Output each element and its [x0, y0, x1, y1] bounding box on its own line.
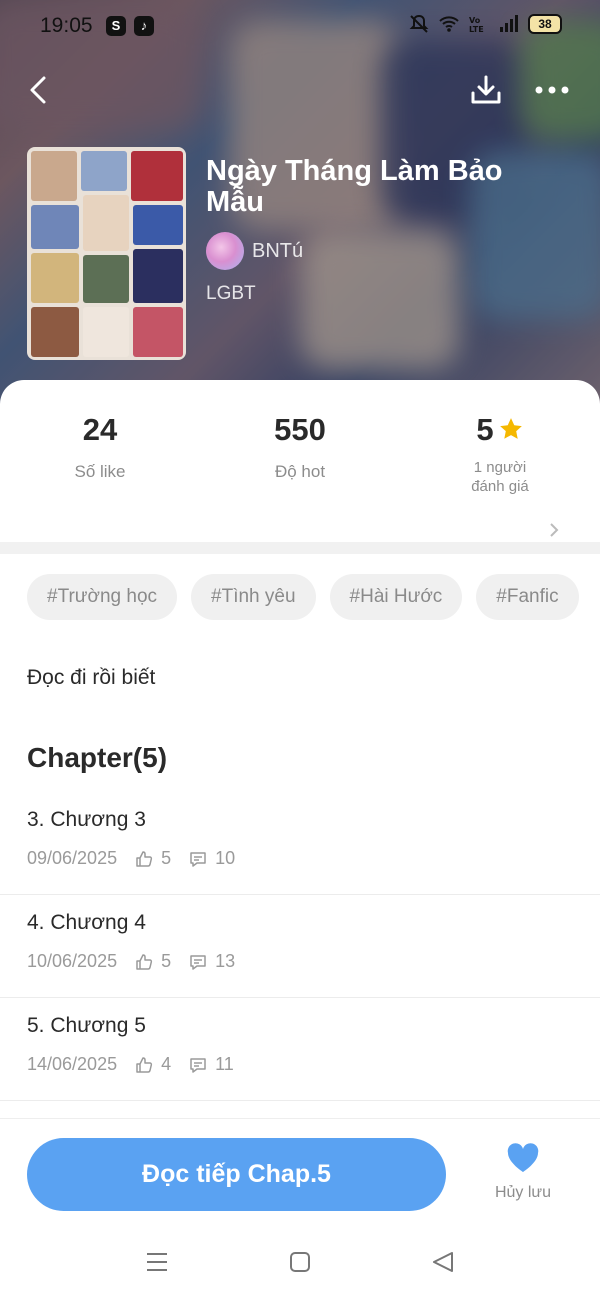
chapter-item[interactable]: 3. Chương 3 09/06/2025 5 10: [0, 792, 600, 895]
more-options-button[interactable]: [532, 70, 572, 110]
tag-chip[interactable]: #Tình yêu: [191, 574, 316, 620]
stats-row: 24 Số like 550 Độ hot 5 1 người đánh giá: [0, 410, 600, 537]
book-title: Ngày Tháng Làm Bảo Mẫu: [206, 155, 503, 218]
svg-text:Vo: Vo: [469, 16, 481, 25]
chapter-title: 3. Chương 3: [27, 808, 146, 831]
stat-hot: 550 Độ hot: [200, 410, 400, 482]
bottom-action-bar: Đọc tiếp Chap.5 Hủy lưu: [0, 1118, 600, 1300]
volte-icon: VoLTE: [469, 16, 484, 34]
chapter-comments: 11: [215, 1054, 234, 1074]
stat-likes-value: 24: [82, 412, 118, 447]
unsave-button[interactable]: Hủy lưu: [488, 1143, 558, 1202]
author-row[interactable]: BNTú: [206, 232, 303, 270]
wifi-icon: [439, 16, 459, 32]
unsave-label: Hủy lưu: [494, 1184, 552, 1201]
chapter-item[interactable]: 4. Chương 4 10/06/2025 5 13: [0, 895, 600, 998]
star-icon: [499, 417, 522, 439]
download-icon: [471, 75, 501, 104]
tag-chip[interactable]: #Hài Hước: [329, 574, 463, 620]
tag-chip[interactable]: #Fanfic: [476, 574, 579, 620]
stat-rating[interactable]: 5 1 người đánh giá: [400, 410, 600, 496]
status-bar: 19:05 S ♪ Vo LTE 38: [0, 0, 600, 52]
chapter-date: 14/06/2025: [27, 1054, 118, 1074]
chapter-date: 09/06/2025: [27, 848, 118, 868]
book-cover: [27, 147, 186, 360]
chapter-list: 3. Chương 3 09/06/2025 5 10 4. Chương 4 …: [0, 792, 600, 1101]
stat-rating-value: 5: [476, 412, 494, 447]
svg-text:LTE: LTE: [469, 25, 484, 34]
shop-app-icon: S: [106, 16, 126, 36]
menu-icon[interactable]: [146, 1251, 168, 1273]
chapter-title: 5. Chương 5: [27, 1014, 146, 1037]
chapter-comments: 10: [215, 848, 236, 868]
more-icon: [535, 86, 569, 94]
system-nav-bar: [0, 1243, 600, 1283]
stat-likes: 24 Số like: [0, 410, 200, 482]
chapter-item[interactable]: 5. Chương 5 14/06/2025 4 11: [0, 998, 600, 1101]
stat-rating-label: 1 người đánh giá: [471, 459, 529, 495]
chapter-comments: 13: [215, 951, 236, 971]
thumbs-up-icon: [136, 1056, 153, 1073]
section-divider: [0, 542, 600, 554]
chapter-likes: 5: [161, 951, 172, 971]
stat-likes-label: Số like: [74, 462, 126, 481]
heart-icon: [507, 1143, 539, 1172]
comment-icon: [190, 1057, 206, 1073]
book-description: Đọc đi rồi biết: [27, 666, 156, 689]
tag-chip[interactable]: #Trường học: [27, 574, 178, 620]
genre-label: LGBT: [206, 283, 256, 304]
mute-bell-icon: [409, 14, 429, 33]
author-name: BNTú: [252, 239, 304, 262]
chapter-title: 4. Chương 4: [27, 911, 146, 934]
status-time: 19:05: [40, 14, 93, 37]
thumbs-up-icon: [136, 850, 153, 867]
chevron-right-icon[interactable]: [548, 522, 560, 538]
stat-hot-value: 550: [274, 412, 326, 447]
chapter-likes: 4: [161, 1054, 172, 1074]
tag-list: #Trường học #Tình yêu #Hài Hước #Fanfic: [27, 574, 579, 620]
tiktok-app-icon: ♪: [134, 16, 154, 36]
author-avatar: [206, 232, 244, 270]
battery-indicator: 38: [528, 14, 562, 34]
back-triangle-icon[interactable]: [432, 1251, 454, 1273]
stat-hot-label: Độ hot: [274, 462, 326, 481]
chapter-heading: Chapter(5): [27, 742, 168, 773]
download-button[interactable]: [466, 70, 506, 110]
signal-icon: [500, 15, 518, 32]
back-button[interactable]: [18, 70, 58, 110]
continue-reading-button[interactable]: Đọc tiếp Chap.5: [27, 1138, 446, 1211]
chapter-likes: 5: [161, 848, 172, 868]
home-icon[interactable]: [289, 1251, 311, 1273]
comment-icon: [190, 954, 206, 970]
chapter-date: 10/06/2025: [27, 951, 118, 971]
back-icon: [30, 76, 46, 104]
comment-icon: [190, 851, 206, 867]
thumbs-up-icon: [136, 953, 153, 970]
